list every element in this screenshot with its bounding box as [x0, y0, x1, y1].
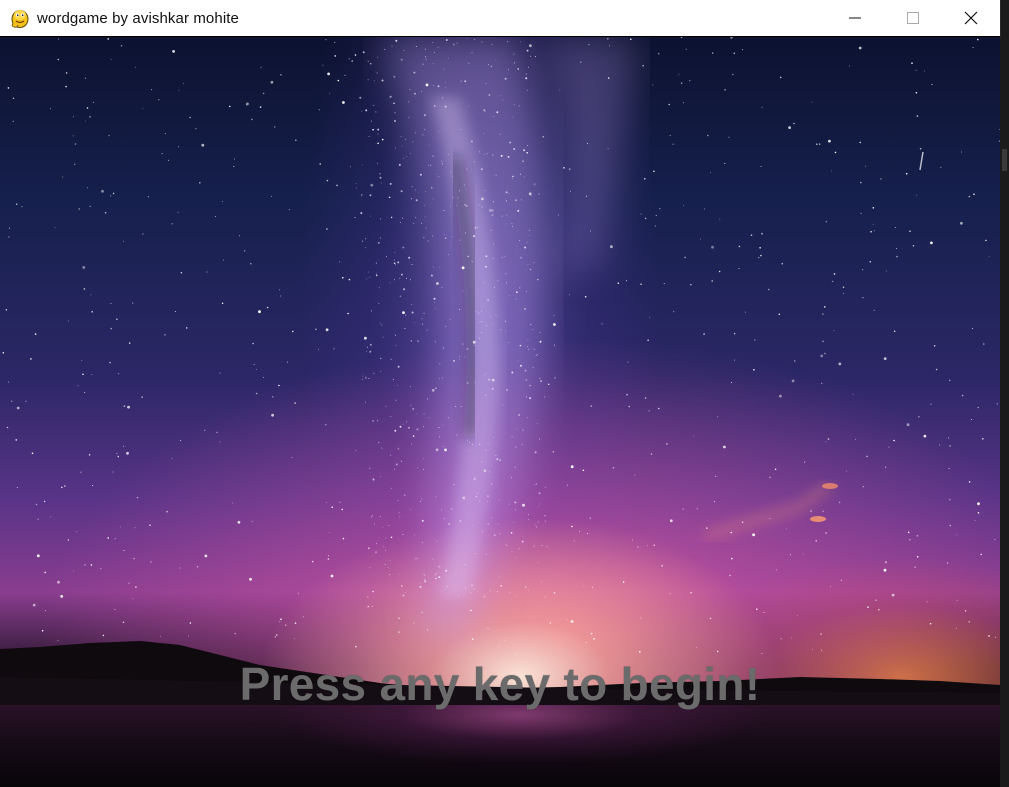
maximize-button[interactable] [884, 0, 942, 36]
maximize-icon [907, 12, 919, 24]
title-bar[interactable]: wordgame by avishkar mohite [0, 0, 1000, 36]
minimize-button[interactable] [826, 0, 884, 36]
close-icon [964, 11, 978, 25]
minimize-icon [849, 17, 861, 19]
window-controls [826, 0, 1000, 36]
lake-water [0, 705, 1000, 787]
start-prompt: Press any key to begin! [239, 658, 761, 710]
right-edge-scrollbar[interactable] [1000, 37, 1009, 787]
scrollbar-thumb[interactable] [1002, 149, 1007, 171]
python-snake-icon [11, 10, 29, 28]
game-canvas[interactable]: Press any key to begin! [0, 37, 1000, 787]
game-window: wordgame by avishkar mohite Press any ke… [0, 0, 1000, 787]
close-button[interactable] [942, 0, 1000, 36]
window-title: wordgame by avishkar mohite [37, 9, 239, 27]
